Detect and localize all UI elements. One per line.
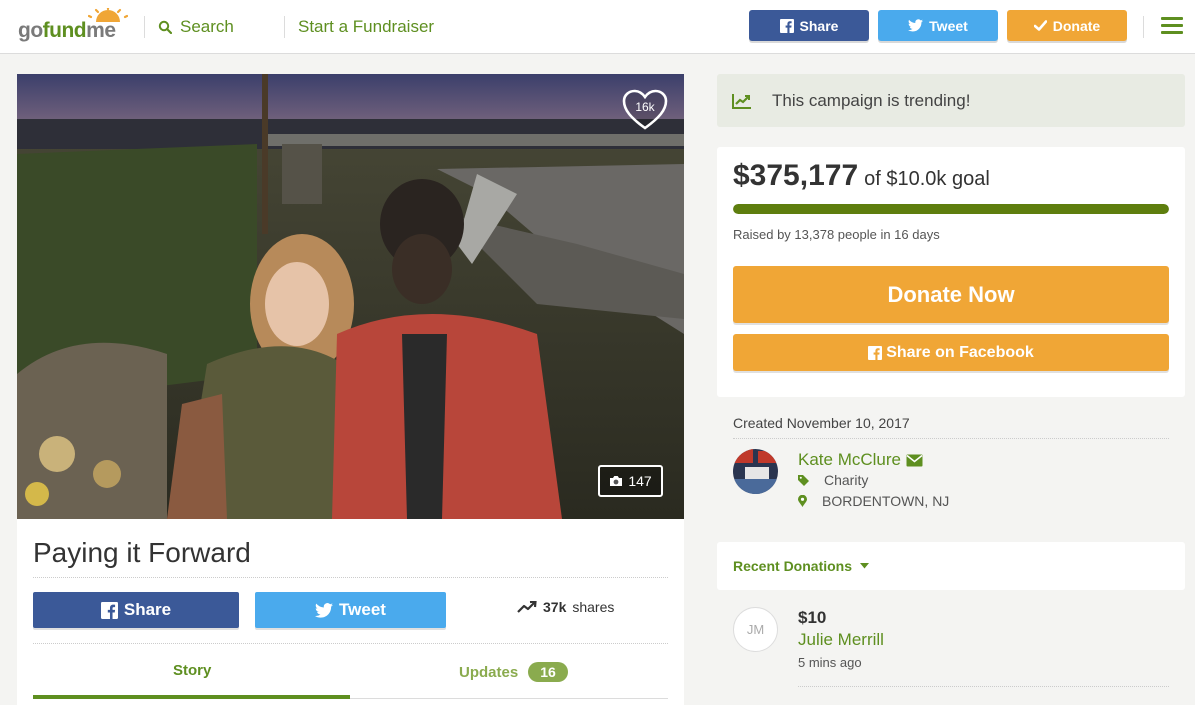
recent-donations-label: Recent Donations <box>733 558 853 574</box>
logo-text-go: go <box>18 19 43 42</box>
photo-gallery-button[interactable]: 147 <box>598 465 663 497</box>
trending-chart-icon <box>732 93 751 109</box>
progress-bar-fill <box>733 204 1169 214</box>
progress-bar <box>733 204 1169 214</box>
donor-avatar: JM <box>733 607 778 652</box>
trending-banner: This campaign is trending! <box>717 74 1185 127</box>
twitter-icon <box>315 602 334 618</box>
header-tweet-label: Tweet <box>929 17 968 34</box>
caret-down-icon <box>860 563 870 569</box>
organizer-name-link[interactable]: Kate McClure <box>798 450 923 470</box>
organizer-avatar[interactable] <box>733 449 778 494</box>
header-share-button[interactable]: Share <box>749 10 869 41</box>
tweet-label: Tweet <box>339 600 386 619</box>
divider <box>733 438 1169 439</box>
active-tab-indicator <box>33 695 350 699</box>
raised-by-text: Raised by 13,378 people in 16 days <box>733 227 940 242</box>
hamburger-menu-icon[interactable] <box>1161 17 1183 35</box>
header-share-label: Share <box>799 17 839 34</box>
header-divider <box>1143 16 1144 38</box>
donate-now-button[interactable]: Donate Now <box>733 266 1169 323</box>
top-header: gofundme Search Start a Fundraiser Share… <box>0 0 1195 54</box>
raised-summary: $375,177 of $10.0k goal <box>733 159 990 193</box>
organizer-location: BORDENTOWN, NJ <box>798 493 949 509</box>
start-fundraiser-link[interactable]: Start a Fundraiser <box>298 17 434 37</box>
share-facebook-button[interactable]: Share <box>33 592 239 628</box>
donation-goal-card: $375,177 of $10.0k goal Raised by 13,378… <box>717 147 1185 397</box>
shares-count: 37k shares <box>517 599 614 615</box>
organizer-location-label: BORDENTOWN, NJ <box>822 493 950 509</box>
tweet-button[interactable]: Tweet <box>255 592 446 628</box>
header-donate-button[interactable]: Donate <box>1007 10 1127 41</box>
organizer-category[interactable]: Charity <box>798 472 868 488</box>
facebook-icon <box>868 345 883 360</box>
organizer-category-label: Charity <box>824 472 869 488</box>
share-on-facebook-button[interactable]: Share on Facebook <box>733 334 1169 371</box>
donor-name-link[interactable]: Julie Merrill <box>798 630 884 650</box>
shares-label: shares <box>572 599 615 615</box>
divider <box>798 686 1169 687</box>
heart-count: 16k <box>635 100 655 114</box>
header-divider <box>144 16 145 38</box>
created-date: Created November 10, 2017 <box>733 415 910 431</box>
updates-count-badge: 16 <box>528 662 568 682</box>
campaign-card: 16k 147 Paying it Forward Share Tweet 37… <box>17 74 684 705</box>
search-label: Search <box>180 17 234 36</box>
divider <box>33 577 668 578</box>
header-tweet-button[interactable]: Tweet <box>878 10 998 41</box>
goal-text: of $10.0k goal <box>864 168 990 190</box>
tab-updates-label: Updates <box>459 663 519 681</box>
campaign-title: Paying it Forward <box>33 537 251 568</box>
trending-text: This campaign is trending! <box>772 90 971 110</box>
map-pin-icon <box>798 495 807 507</box>
divider <box>33 643 668 644</box>
photo-count-label: 147 <box>628 473 652 489</box>
organizer-name: Kate McClure <box>798 450 901 469</box>
twitter-icon <box>908 19 924 32</box>
logo-sun-icon <box>88 8 128 22</box>
header-search-link[interactable]: Search <box>158 17 234 37</box>
shares-number: 37k <box>543 599 567 615</box>
campaign-photo-image <box>17 74 684 519</box>
share-on-facebook-label: Share on Facebook <box>886 343 1034 361</box>
heart-button[interactable]: 16k <box>621 88 669 132</box>
header-divider <box>284 16 285 38</box>
camera-icon <box>610 476 623 486</box>
donation-time: 5 mins ago <box>798 655 862 670</box>
organizer-avatar-image <box>733 449 778 494</box>
envelope-icon[interactable] <box>906 454 923 467</box>
facebook-icon <box>100 601 118 619</box>
raised-amount: $375,177 <box>733 159 859 192</box>
tab-updates[interactable]: Updates 16 <box>459 662 568 682</box>
tab-story[interactable]: Story <box>173 662 211 679</box>
facebook-icon <box>779 18 794 33</box>
tag-icon <box>798 474 809 486</box>
trending-up-icon <box>517 601 537 613</box>
header-donate-label: Donate <box>1052 17 1101 34</box>
logo-text-fund: fund <box>42 19 87 42</box>
checkmark-icon <box>1033 20 1047 31</box>
donation-amount: $10 <box>798 608 827 627</box>
gofundme-logo[interactable]: gofundme <box>18 8 128 44</box>
share-label: Share <box>123 600 172 619</box>
recent-donations-toggle[interactable]: Recent Donations <box>733 558 870 574</box>
recent-donations-header: Recent Donations <box>717 542 1185 590</box>
search-icon <box>158 20 172 34</box>
campaign-photo[interactable]: 16k 147 <box>17 74 684 519</box>
